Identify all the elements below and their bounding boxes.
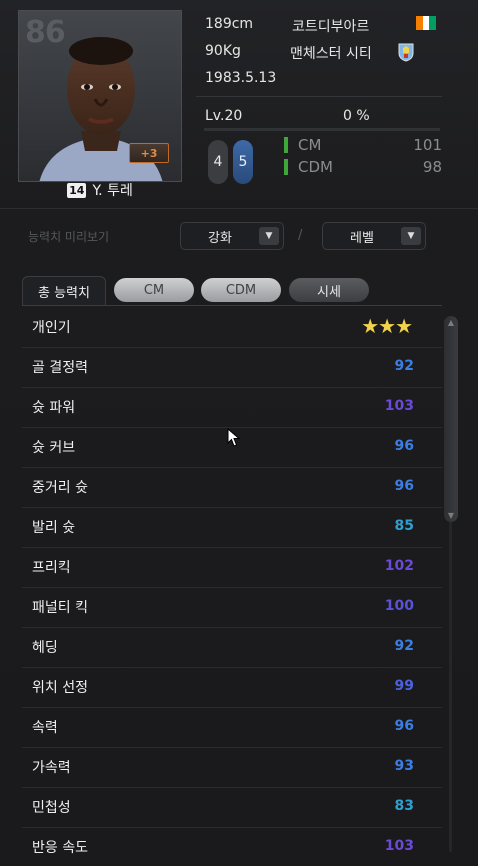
position-indicator [284,137,288,153]
tab-cdm[interactable]: CDM [201,278,281,302]
scroll-up-icon[interactable]: ▲ [444,318,458,327]
level-progress-bar [204,128,440,131]
player-nation: 코트디부아르 [292,19,370,35]
section-separator [0,208,478,209]
enhance-dropdown[interactable]: 강화 ▼ [180,222,284,250]
stat-name: 슛 파워 [32,400,76,416]
stat-name: 슛 커브 [32,440,76,456]
level-dropdown[interactable]: 레벨 ▼ [322,222,426,250]
stat-name: 골 결정력 [32,360,88,376]
position-value: 98 [422,158,442,176]
scroll-down-icon[interactable]: ▼ [444,511,458,520]
player-level: Lv.20 [205,108,243,124]
overall-rating: 86 [25,15,66,50]
info-divider [196,96,442,97]
position-name: CDM [298,158,333,176]
stat-name: 중거리 슛 [32,480,88,496]
stats-scrollbar[interactable]: ▲ ▼ [444,316,458,522]
scroll-track[interactable] [449,522,452,852]
stat-row: 골 결정력 92 [22,348,442,388]
player-name-row: 14 Y. 투레 [18,180,182,200]
stat-value: 103 [384,398,414,414]
stat-value: 96 [394,438,414,454]
stat-name: 프리킥 [32,560,71,576]
stat-name: 패널티 킥 [32,600,88,616]
position-row-cdm: CDM 98 [284,158,442,176]
chevron-down-icon[interactable]: ▼ [401,227,421,245]
position-name: CM [298,136,322,154]
tab-cm[interactable]: CM [114,278,194,302]
stat-name: 속력 [32,720,58,736]
stat-value: 96 [394,478,414,494]
stat-row: 발리 슛 85 [22,508,442,548]
stat-value: 102 [384,558,414,574]
stat-value: 100 [384,598,414,614]
position-row-cm: CM 101 [284,136,442,154]
player-club: 맨체스터 시티 [290,46,372,62]
position-indicator [284,159,288,175]
tab-underline [22,305,442,306]
stat-preview-label: 능력치 미리보기 [28,230,110,244]
enhance-dropdown-label: 강화 [208,230,232,246]
stat-row: 패널티 킥 100 [22,588,442,628]
stat-name: 발리 슛 [32,520,76,536]
player-birthdate: 1983.5.13 [205,70,277,86]
mouse-cursor-icon [227,428,241,447]
club-crest-icon [398,43,414,62]
nation-flag-icon [416,16,437,30]
enhance-level-badge: +3 [129,143,169,163]
stat-row: 개인기 ★★★ [22,308,442,348]
stat-name: 반응 속도 [32,840,88,856]
player-height: 189cm [205,16,254,32]
star-rating: ★★★ [361,314,413,338]
stat-row: 위치 선정 99 [22,668,442,708]
position-value: 101 [413,136,442,154]
stat-value: 83 [394,798,414,814]
player-weight: 90Kg [205,43,241,59]
stat-value: 93 [394,758,414,774]
stat-name: 개인기 [32,320,71,336]
stat-row: 프리킥 102 [22,548,442,588]
stat-value: 92 [394,358,414,374]
stat-row: 속력 96 [22,708,442,748]
stat-value: 92 [394,638,414,654]
tab-total-stats[interactable]: 총 능력치 [22,276,106,306]
tab-market-price[interactable]: 시세 [289,278,369,302]
right-foot-rating: 5 [233,140,253,184]
player-name: Y. 투레 [92,183,133,199]
stats-list: 개인기 ★★★ 골 결정력 92 슛 파워 103 슛 커브 96 중거리 슛 96 발리 슛 85 프… [22,308,442,866]
stat-value: 99 [394,678,414,694]
stat-name: 민첩성 [32,800,71,816]
stat-row: 반응 속도 103 [22,828,442,866]
chevron-down-icon[interactable]: ▼ [259,227,279,245]
player-detail-panel: 86 +3 14 Y. 투레 189cm 90Kg 1983.5.13 코트디부… [0,0,478,866]
stat-value: 96 [394,718,414,734]
player-portrait: 86 +3 [18,10,182,182]
stat-name: 가속력 [32,760,71,776]
stat-name: 위치 선정 [32,680,88,696]
shirt-number-badge: 14 [67,182,87,198]
level-progress-text: 0 % [343,108,370,124]
level-dropdown-label: 레벨 [350,230,374,246]
stat-value: 103 [384,838,414,854]
stat-row: 가속력 93 [22,748,442,788]
stat-row: 헤딩 92 [22,628,442,668]
stat-row: 민첩성 83 [22,788,442,828]
left-foot-rating: 4 [208,140,228,184]
dropdown-separator: / [298,228,303,243]
stat-value: 85 [394,518,414,534]
stat-row: 중거리 슛 96 [22,468,442,508]
stat-name: 헤딩 [32,640,58,656]
stat-row: 슛 파워 103 [22,388,442,428]
